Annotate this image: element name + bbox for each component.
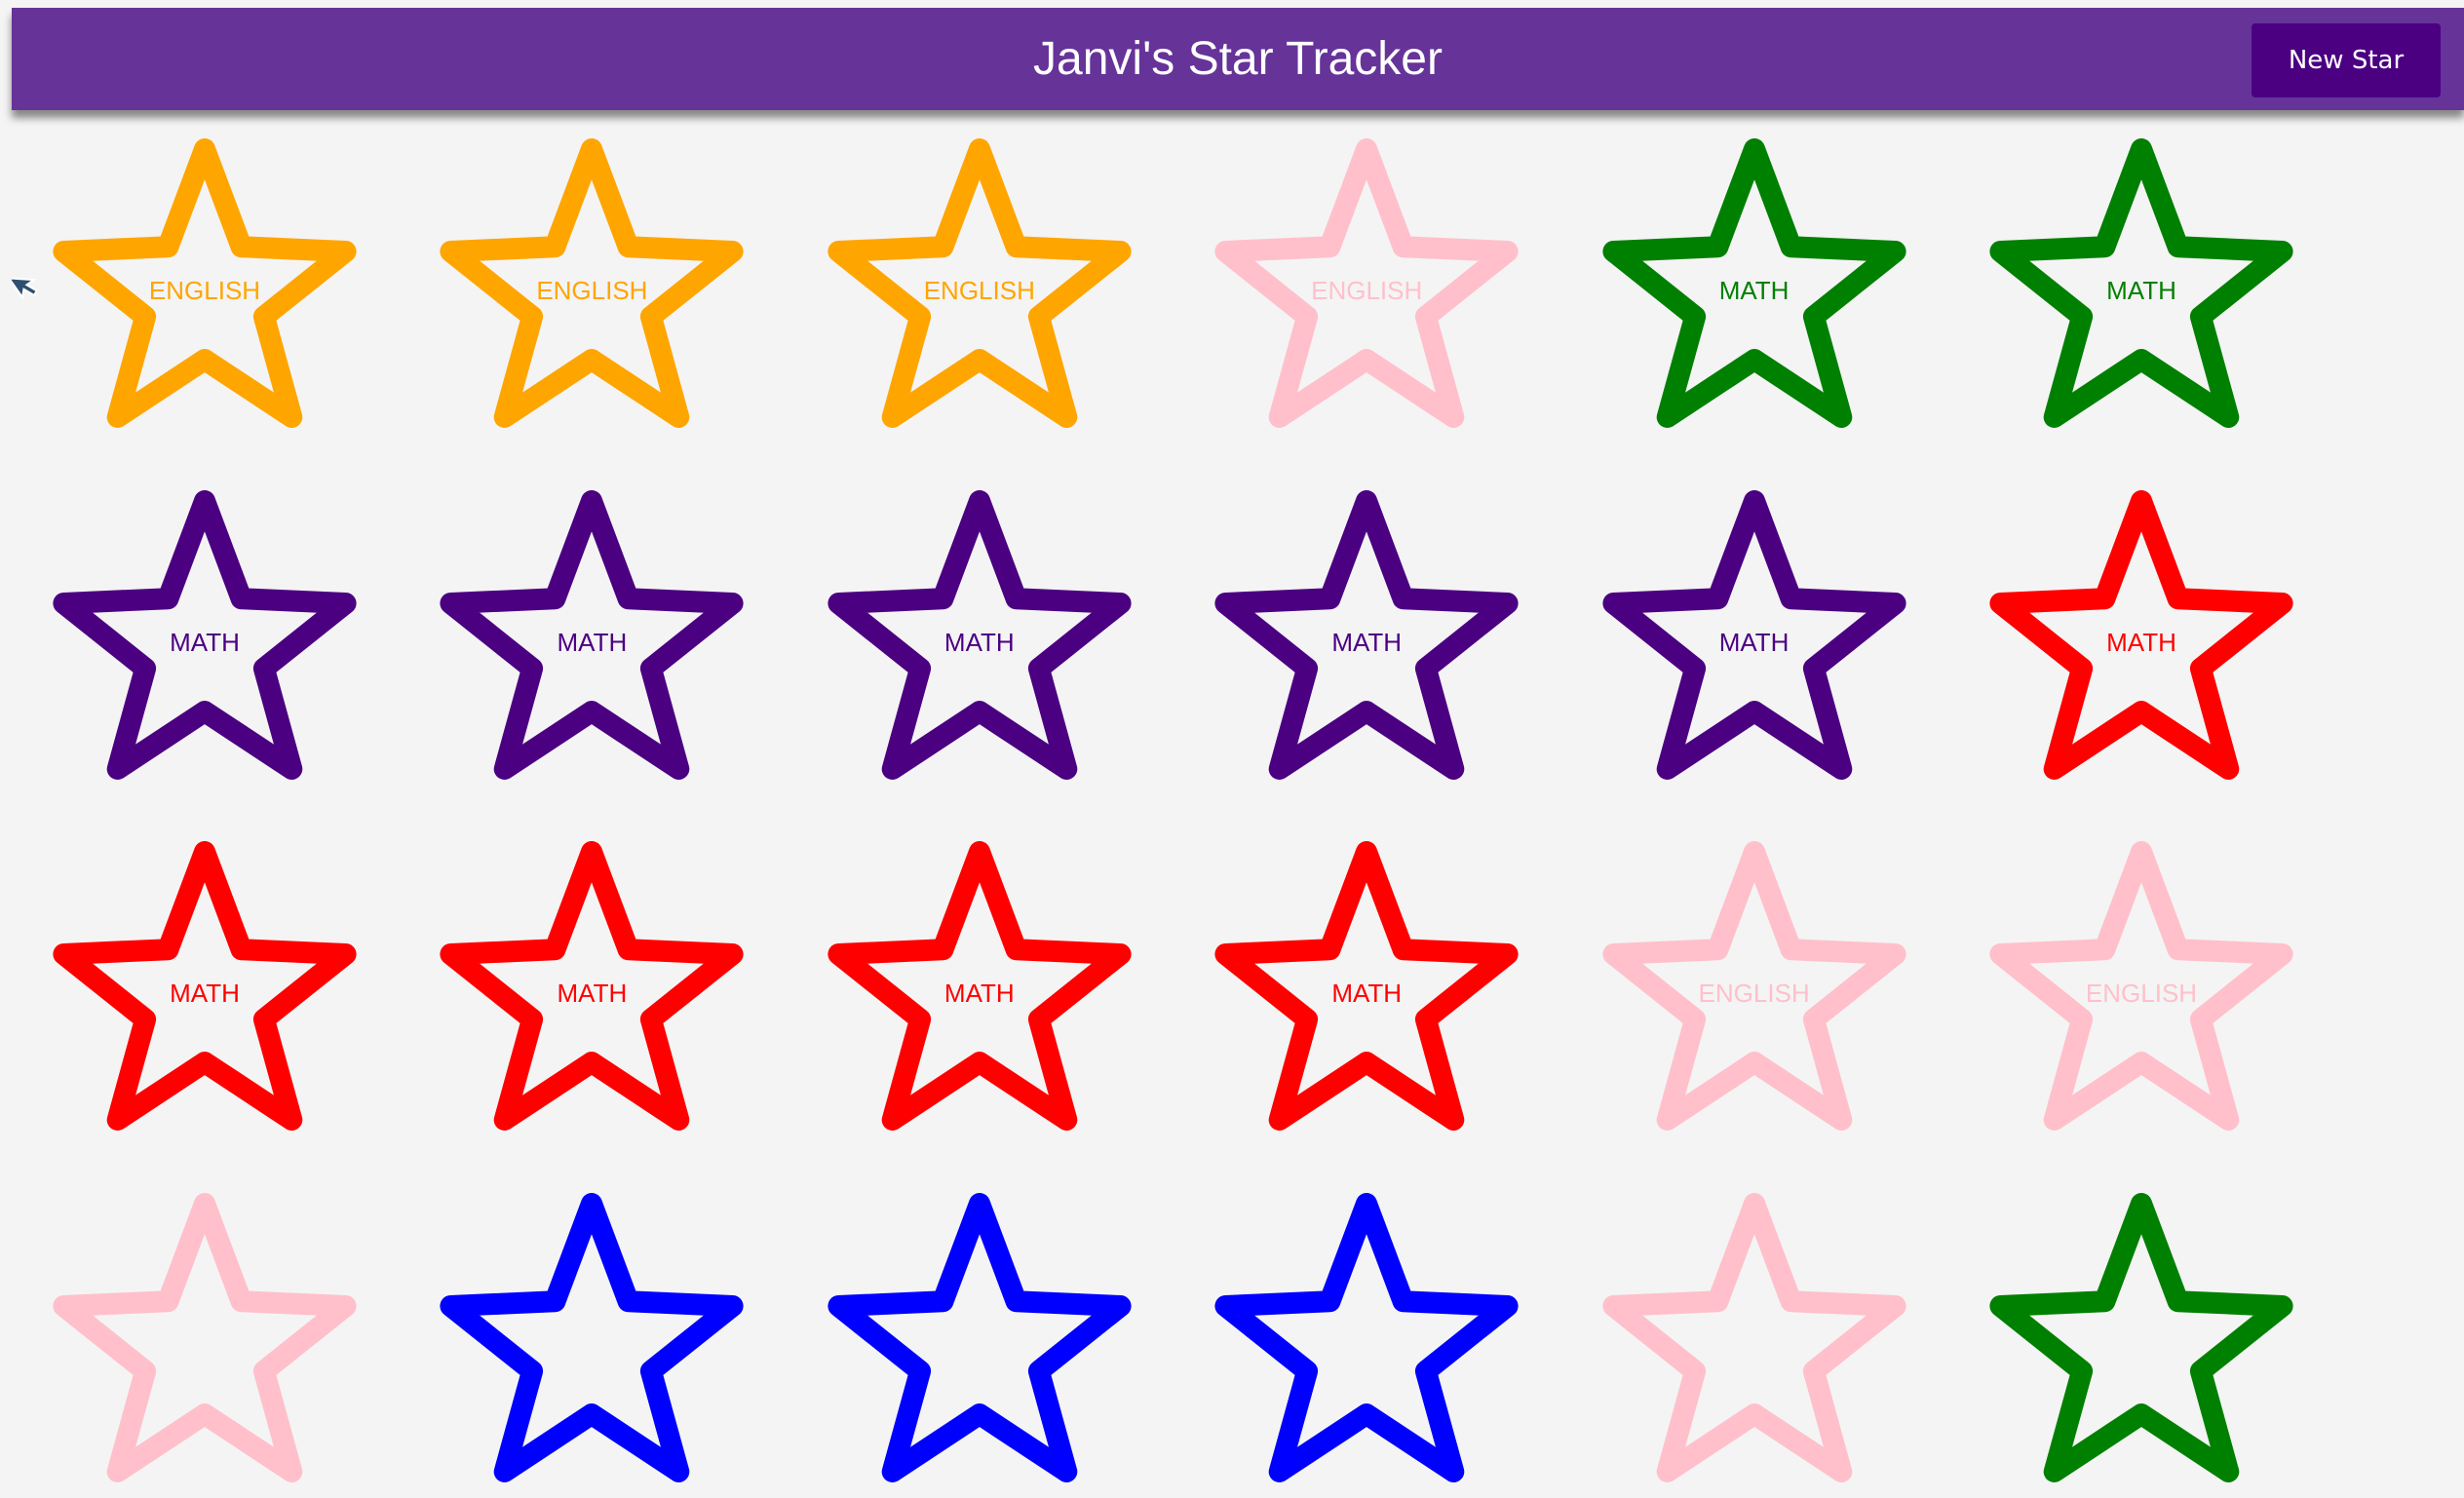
star-label: MATH: [1718, 276, 1790, 305]
star-grid: ENGLISH ENGLISH ENGLISH ENGLISH MATH MATH MATH…: [0, 0, 2464, 1482]
star-label: MATH: [1718, 627, 1790, 657]
star-icon: [1601, 1192, 1906, 1482]
star-item[interactable]: MATH: [1598, 489, 1910, 795]
star-label: MATH: [557, 979, 628, 1008]
star-item[interactable]: MATH: [824, 841, 1136, 1146]
new-star-button[interactable]: New Star: [2252, 23, 2441, 97]
star-item[interactable]: ENGLISH: [824, 138, 1136, 443]
star-label: MATH: [2106, 276, 2176, 305]
star-item[interactable]: ENGLISH: [49, 138, 361, 443]
star-label: MATH: [943, 627, 1015, 657]
star-item[interactable]: [436, 1192, 748, 1498]
star-label: ENGLISH: [536, 276, 648, 305]
star-item[interactable]: ENGLISH: [1985, 841, 2297, 1146]
star-icon: [53, 1192, 357, 1482]
star-item[interactable]: [49, 1192, 361, 1498]
star-item[interactable]: MATH: [1211, 489, 1522, 795]
star-item[interactable]: MATH: [49, 489, 361, 795]
star-item[interactable]: MATH: [1985, 138, 2297, 443]
star-icon: [1989, 1192, 2293, 1482]
star-label: MATH: [170, 979, 240, 1008]
star-item[interactable]: MATH: [436, 489, 748, 795]
star-label: ENGLISH: [1311, 276, 1423, 305]
star-item[interactable]: ENGLISH: [1211, 138, 1522, 443]
page-title: Janvi's Star Tracker: [1033, 33, 1443, 85]
star-item[interactable]: MATH: [824, 489, 1136, 795]
star-label: ENGLISH: [2085, 979, 2198, 1008]
star-item[interactable]: [1985, 1192, 2297, 1498]
star-icon: [828, 1192, 1132, 1482]
star-label: MATH: [2106, 627, 2176, 657]
star-label: ENGLISH: [1698, 979, 1810, 1008]
star-icon: [440, 1192, 744, 1482]
star-item[interactable]: ENGLISH: [1598, 841, 1910, 1146]
app-header: Janvi's Star Tracker New Star: [12, 8, 2464, 110]
star-item[interactable]: MATH: [1598, 138, 1910, 443]
star-label: ENGLISH: [923, 276, 1035, 305]
star-item[interactable]: MATH: [1211, 841, 1522, 1146]
pointer-cursor-icon: [12, 277, 39, 300]
star-label: MATH: [1331, 627, 1403, 657]
star-item[interactable]: [824, 1192, 1136, 1498]
star-item[interactable]: [1598, 1192, 1910, 1498]
star-item[interactable]: MATH: [1985, 489, 2297, 795]
star-item[interactable]: [1211, 1192, 1522, 1498]
star-label: MATH: [170, 627, 240, 657]
star-item[interactable]: MATH: [436, 841, 748, 1146]
star-label: MATH: [557, 627, 628, 657]
star-label: MATH: [1331, 979, 1403, 1008]
star-item[interactable]: ENGLISH: [436, 138, 748, 443]
star-icon: [1214, 1192, 1519, 1482]
star-label: ENGLISH: [148, 276, 261, 305]
star-label: MATH: [943, 979, 1015, 1008]
star-item[interactable]: MATH: [49, 841, 361, 1146]
